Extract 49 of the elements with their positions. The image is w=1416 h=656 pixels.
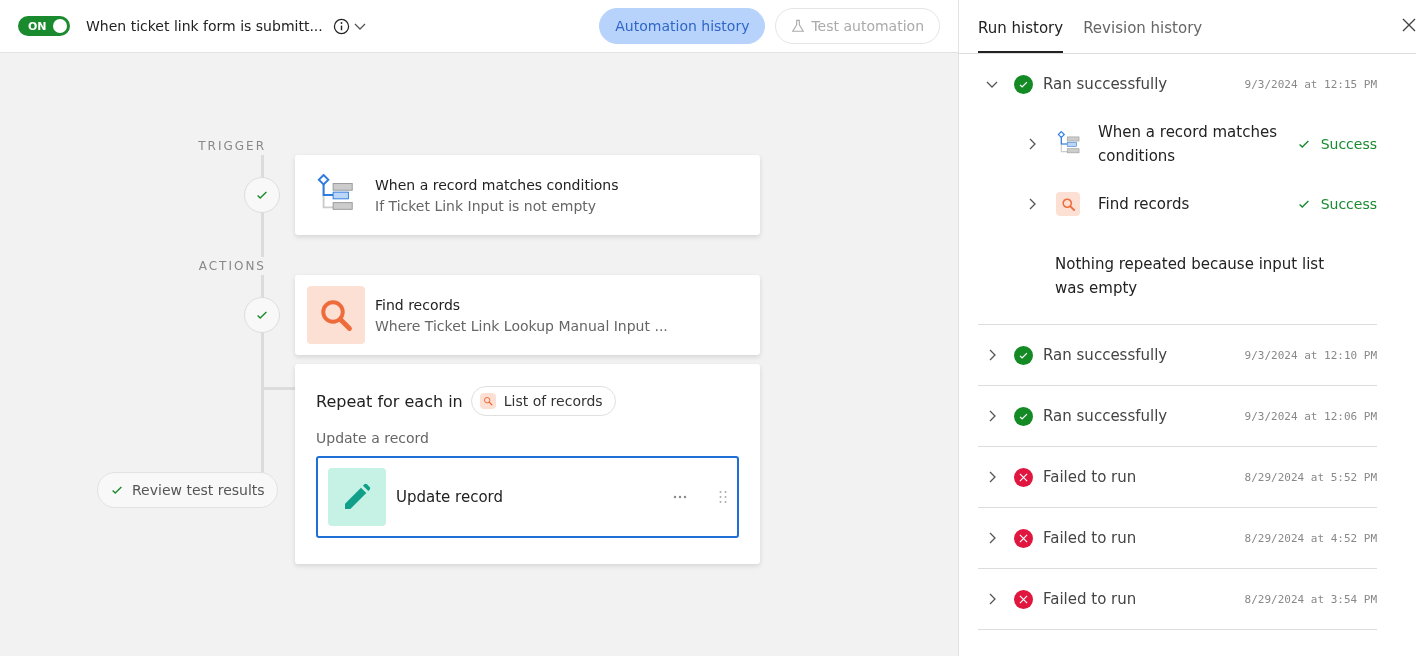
condition-tree-icon [1056, 131, 1082, 157]
repeat-title: Repeat for each in [316, 391, 463, 411]
card-title: When a record matches conditions [375, 176, 619, 193]
info-icon [332, 17, 350, 35]
run-timestamp: 8/29/2024 at 4:52 PM [1244, 531, 1377, 545]
run-status-label: Failed to run [1043, 590, 1138, 608]
failed-status-icon [1014, 589, 1033, 609]
list-source-chip[interactable]: List of records [470, 386, 616, 416]
run-timestamp: 8/29/2024 at 5:52 PM [1244, 470, 1377, 484]
run-timestamp: 9/3/2024 at 12:10 PM [1244, 348, 1377, 362]
action-card[interactable]: Find records Where Ticket Link Lookup Manual Input ... [295, 275, 760, 355]
step-result: Success [1296, 196, 1377, 212]
step-title: Update record [396, 488, 504, 506]
run-step-title: When a record matches conditions [1098, 122, 1278, 167]
run-status-label: Ran successfully [1043, 407, 1169, 425]
review-test-results-button[interactable]: Review test results [97, 472, 278, 508]
search-icon [318, 297, 354, 333]
automation-history-button[interactable]: Automation history [599, 8, 766, 44]
step-result: Success [1296, 136, 1377, 152]
run-timestamp: 9/3/2024 at 12:06 PM [1244, 409, 1377, 423]
run-status-label: Ran successfully [1043, 346, 1169, 364]
automation-title: When ticket link form is submitt... [86, 18, 323, 34]
card-subtitle: Where Ticket Link Lookup Manual Input ... [375, 317, 668, 334]
failed-status-icon [1014, 528, 1033, 548]
run-status-label: Ran successfully [1043, 75, 1169, 93]
card-title: Find records [375, 296, 462, 313]
more-options-icon[interactable] [673, 495, 687, 499]
success-status-icon [1014, 345, 1033, 365]
run-status-label: Failed to run [1043, 468, 1138, 486]
drag-handle-icon[interactable] [719, 490, 727, 504]
failed-status-icon [1014, 467, 1033, 487]
info-dropdown-button[interactable] [332, 17, 366, 35]
run-timestamp: 8/29/2024 at 3:54 PM [1244, 592, 1377, 606]
run-note: Nothing repeated because input list was empty [1054, 254, 1326, 299]
trigger-card[interactable]: When a record matches conditions If Ticket Link Input is not empty [295, 155, 760, 235]
panel-tab[interactable]: Revision history [1083, 19, 1203, 53]
flask-icon [791, 19, 806, 33]
run-timestamp: 9/3/2024 at 12:15 PM [1244, 77, 1377, 91]
close-icon[interactable] [1402, 18, 1416, 32]
panel-tab[interactable]: Run history [978, 19, 1064, 53]
card-subtitle: If Ticket Link Input is not empty [375, 197, 598, 214]
success-status-icon [1014, 406, 1033, 426]
success-status-icon [1014, 74, 1033, 94]
repeat-caption: Update a record [316, 430, 430, 446]
run-status-label: Failed to run [1043, 529, 1138, 547]
run-step-title: Find records [1098, 194, 1191, 215]
on-toggle[interactable]: ON [18, 16, 70, 36]
search-icon [482, 396, 493, 406]
update-record-step[interactable]: Update record [316, 456, 739, 538]
